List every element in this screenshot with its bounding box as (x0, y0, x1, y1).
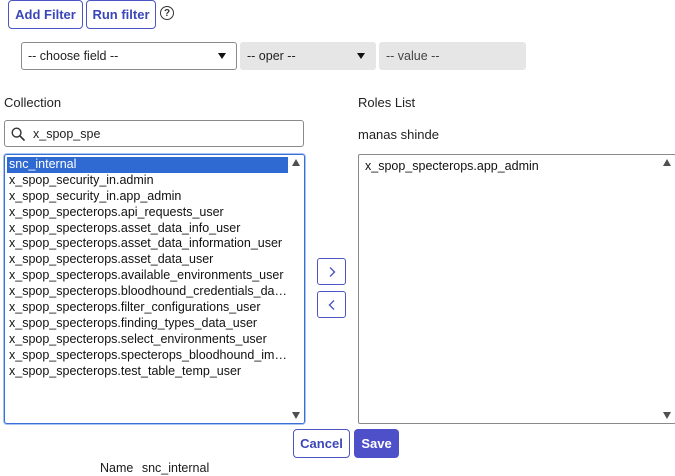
list-item[interactable]: x_spop_specterops.available_environments… (7, 268, 288, 284)
list-item[interactable]: x_spop_specterops.test_table_temp_user (7, 364, 288, 380)
choose-field-select[interactable]: -- choose field -- (21, 42, 237, 70)
search-icon (11, 126, 25, 141)
choose-field-value: -- choose field -- (28, 49, 119, 63)
value-field[interactable]: -- value -- (379, 42, 526, 70)
add-role-button[interactable] (317, 258, 346, 285)
list-item[interactable]: x_spop_specterops.select_environments_us… (7, 332, 288, 348)
list-item[interactable]: x_spop_specterops.asset_data_user (7, 252, 288, 268)
list-item[interactable]: x_spop_specterops.api_requests_user (7, 205, 288, 221)
remove-role-button[interactable] (317, 291, 346, 318)
scroll-up-icon[interactable] (663, 159, 671, 166)
oper-select[interactable]: -- oper -- (240, 42, 376, 70)
roles-list-label: Roles List (358, 95, 416, 110)
scroll-down-icon[interactable] (663, 412, 671, 419)
collection-listbox[interactable]: snc_internal x_spop_security_in.admin x_sp… (4, 154, 305, 424)
save-label: Save (361, 436, 392, 451)
collection-search-input[interactable] (31, 125, 281, 142)
list-item[interactable]: x_spop_specterops.specterops_bloodhound_… (7, 348, 288, 364)
save-button[interactable]: Save (354, 429, 399, 458)
name-label: Name (100, 461, 134, 475)
name-row: Name snc_internal (100, 461, 209, 475)
scroll-down-icon[interactable] (292, 412, 300, 419)
cancel-label: Cancel (300, 436, 343, 451)
list-item[interactable]: x_spop_security_in.admin (7, 173, 288, 189)
roles-scrollbar[interactable] (660, 155, 675, 423)
chevron-down-icon (218, 53, 226, 59)
roles-items: x_spop_specterops.app_admin (363, 159, 659, 175)
collection-scrollbar[interactable] (289, 155, 304, 423)
chevron-left-icon (328, 299, 334, 310)
collection-items: snc_internal x_spop_security_in.admin x_sp… (7, 157, 288, 379)
roles-owner-name: manas shinde (358, 127, 439, 142)
name-value: snc_internal (141, 461, 210, 475)
list-item[interactable]: snc_internal (7, 157, 288, 173)
collection-label: Collection (4, 95, 62, 110)
list-item[interactable]: x_spop_specterops.bloodhound_credentials… (7, 284, 288, 300)
chevron-right-icon (329, 266, 335, 277)
list-item[interactable]: x_spop_specterops.app_admin (363, 159, 659, 175)
scroll-up-icon[interactable] (292, 159, 300, 166)
roles-listbox[interactable]: x_spop_specterops.app_admin (358, 154, 675, 424)
cancel-button[interactable]: Cancel (293, 429, 350, 458)
list-item[interactable]: x_spop_specterops.asset_data_information… (7, 236, 288, 252)
value-placeholder: -- value -- (386, 49, 440, 63)
collection-search[interactable] (4, 120, 304, 147)
add-filter-button[interactable]: Add Filter (8, 0, 83, 29)
run-filter-button[interactable]: Run filter (86, 0, 156, 29)
list-item[interactable]: x_spop_specterops.finding_types_data_use… (7, 316, 288, 332)
add-filter-label: Add Filter (15, 7, 76, 22)
list-item[interactable]: x_spop_specterops.filter_configurations_… (7, 300, 288, 316)
chevron-down-icon (357, 53, 365, 59)
help-icon[interactable]: ? (160, 6, 174, 20)
run-filter-label: Run filter (92, 7, 150, 22)
help-glyph: ? (163, 7, 171, 19)
oper-value: -- oper -- (247, 49, 296, 63)
list-item[interactable]: x_spop_security_in.app_admin (7, 189, 288, 205)
list-item[interactable]: x_spop_specterops.asset_data_info_user (7, 221, 288, 237)
